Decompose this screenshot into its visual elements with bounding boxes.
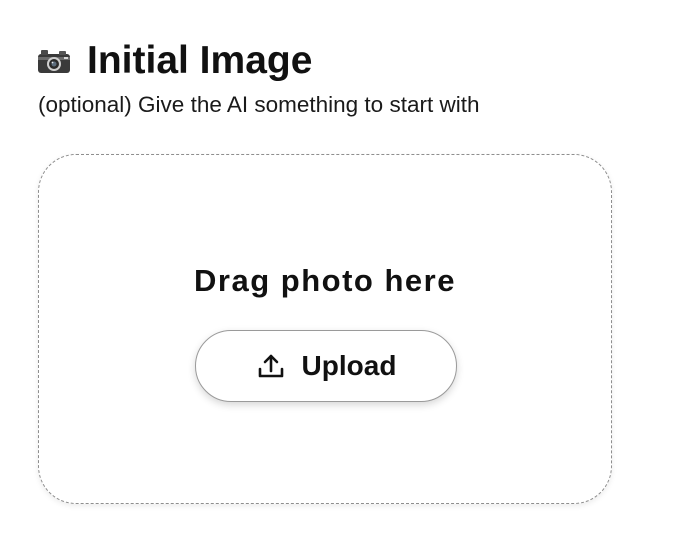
photo-dropzone[interactable]: Drag photo here Upload: [38, 154, 612, 504]
initial-image-panel: Initial Image (optional) Give the AI som…: [0, 0, 678, 546]
subtitle: (optional) Give the AI something to star…: [38, 92, 480, 117]
upload-button-label: Upload: [301, 350, 397, 381]
drag-prompt: Drag photo here: [194, 263, 456, 298]
camera-icon: [37, 48, 71, 74]
upload-button[interactable]: Upload: [195, 330, 457, 402]
upload-icon: [256, 351, 286, 381]
header: Initial Image: [37, 38, 312, 84]
page-title: Initial Image: [87, 39, 313, 82]
